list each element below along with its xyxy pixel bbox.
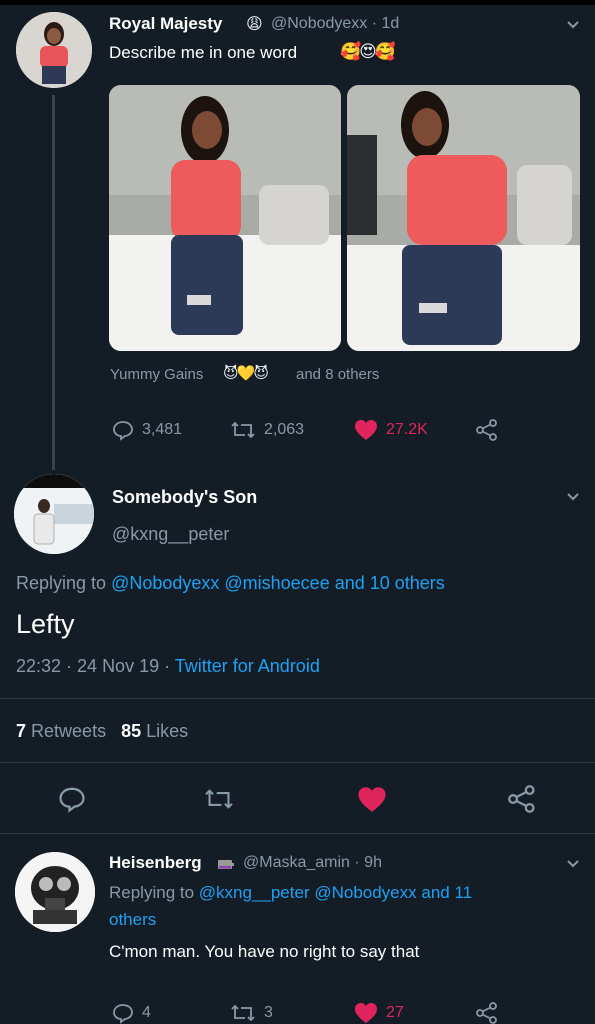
retweet-action[interactable]: 2,063	[230, 419, 304, 441]
like-count: 27.2K	[386, 421, 428, 438]
retweets-count[interactable]: 7	[16, 721, 26, 741]
replying-to-targets[interactable]: @Nobodyexx @mishoecee and 10 others	[111, 573, 445, 593]
emoji-hearts-icon: 🥰😍🥰	[340, 42, 396, 61]
reply-count: 3,481	[142, 421, 183, 438]
photo-image	[347, 85, 580, 351]
retweet-icon	[231, 421, 255, 439]
tweet1-photo-right[interactable]	[347, 85, 580, 351]
tweet2-timestamp: 22:32 · 24 Nov 19 · Twitter for Android	[16, 656, 320, 677]
heart-filled-icon[interactable]	[357, 786, 387, 813]
retweets-label[interactable]: Retweets	[31, 721, 106, 741]
tweet2-text: Lefty	[16, 609, 75, 639]
avatar-image	[14, 474, 94, 554]
emoji-reaction-icons: 😈💛😈	[223, 365, 269, 382]
reply-icon	[113, 1004, 133, 1024]
replying-to-targets[interactable]: @kxng__peter @Nobodyexx and 11	[199, 883, 472, 902]
status-bar-strip	[0, 0, 595, 5]
tweet3-replying-to: Replying to @kxng__peter @Nobodyexx and …	[109, 883, 472, 903]
tweet1-handle-time[interactable]: @Nobodyexx · 1d	[271, 15, 399, 33]
tweet2-time: 22:32 · 24 Nov 19 ·	[16, 656, 175, 676]
divider	[0, 833, 595, 834]
share-icon[interactable]	[508, 785, 536, 813]
retweet-icon[interactable]	[203, 786, 235, 812]
reply-action[interactable]: 3,481	[112, 419, 182, 441]
tweet2-engagement: 7 Retweets 85 Likes	[16, 721, 188, 742]
tweet3-handle-time[interactable]: @Maska_amin · 9h	[243, 854, 382, 872]
tweet1-photo-left[interactable]	[109, 85, 341, 351]
replying-to-label: Replying to	[109, 883, 199, 902]
chevron-down-icon[interactable]	[566, 18, 580, 32]
tweet1-author-name[interactable]: Royal Majesty	[109, 14, 222, 34]
share-icon[interactable]	[476, 1002, 498, 1024]
thread-connector-line	[52, 95, 55, 470]
tweet2-replying-to: Replying to @Nobodyexx @mishoecee and 10…	[16, 573, 445, 594]
tweet1-text: Describe me in one word	[109, 43, 298, 62]
heart-filled-icon	[355, 420, 377, 440]
divider	[0, 762, 595, 763]
likes-label[interactable]: Likes	[146, 721, 188, 741]
like-action[interactable]: 27.2K	[354, 419, 428, 441]
chevron-down-icon[interactable]	[566, 490, 580, 504]
battery-emoji-icon	[218, 860, 234, 869]
liked-by-name[interactable]: Yummy Gains	[110, 366, 203, 383]
divider	[0, 698, 595, 699]
photo-image	[109, 85, 341, 351]
replying-to-targets-cont[interactable]: others	[109, 910, 156, 930]
reply-icon	[113, 421, 133, 441]
like-count: 27	[386, 1004, 404, 1021]
avatar-heisenberg[interactable]	[15, 852, 95, 932]
liked-by-rest[interactable]: and 8 others	[296, 366, 379, 383]
retweet-icon	[231, 1004, 255, 1022]
reply-count: 4	[142, 1004, 151, 1021]
avatar-somebodys-son[interactable]	[14, 474, 94, 554]
retweet-count: 2,063	[264, 421, 305, 438]
avatar-royal-majesty[interactable]	[16, 12, 92, 88]
share-icon[interactable]	[476, 419, 498, 441]
chevron-down-icon[interactable]	[566, 857, 580, 871]
reply-action[interactable]: 4	[112, 1002, 151, 1024]
retweet-count: 3	[264, 1004, 273, 1021]
tweet3-text: C'mon man. You have no right to say that	[109, 942, 420, 961]
reply-icon[interactable]	[58, 785, 86, 813]
like-action[interactable]: 27	[354, 1002, 404, 1024]
tweet2-client[interactable]: Twitter for Android	[175, 656, 320, 676]
retweet-action[interactable]: 3	[230, 1002, 273, 1024]
avatar-image	[15, 852, 95, 932]
tweet2-author-name[interactable]: Somebody's Son	[112, 487, 257, 508]
emoji-face-icon: 😩	[246, 16, 263, 33]
tweet2-handle[interactable]: @kxng__peter	[112, 524, 229, 545]
likes-count[interactable]: 85	[121, 721, 141, 741]
avatar-image	[16, 12, 92, 88]
heart-filled-icon	[355, 1003, 377, 1023]
tweet3-author-name[interactable]: Heisenberg	[109, 853, 202, 873]
replying-to-label: Replying to	[16, 573, 112, 593]
